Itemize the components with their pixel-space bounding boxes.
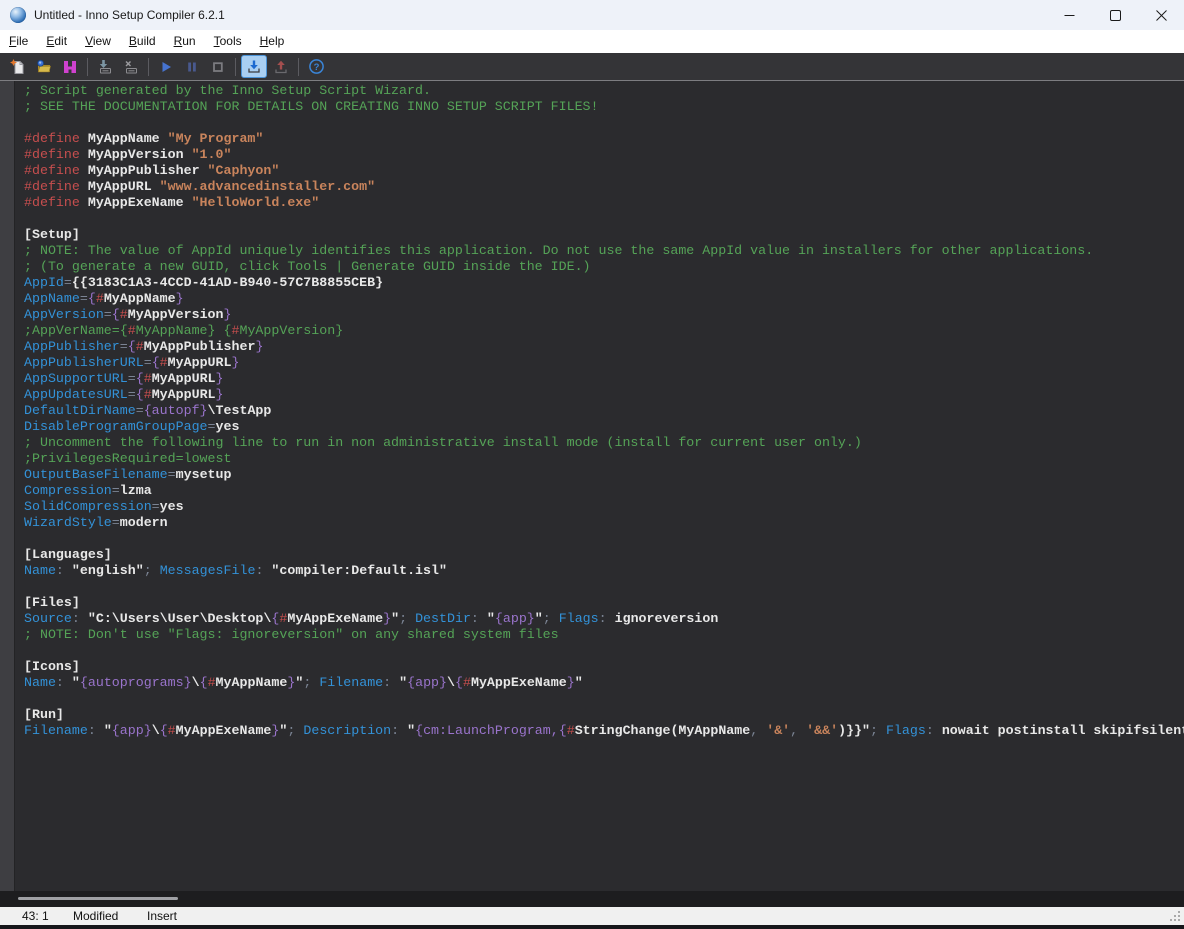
cursor-position: 43: 1 (22, 909, 49, 923)
code-line: WizardStyle=modern (24, 515, 168, 530)
code-line: Source: "C:\Users\User\Desktop\{#MyAppEx… (24, 611, 719, 626)
code-line: ; NOTE: Don't use "Flags: ignoreversion"… (24, 627, 559, 642)
code-line: #define MyAppPublisher "Caphyon" (24, 163, 280, 178)
code-line: AppPublisher={#MyAppPublisher} (24, 339, 264, 354)
stop-compile-button[interactable] (118, 55, 144, 79)
toolbar-separator (235, 57, 236, 76)
menu-bar: File Edit View Build Run Tools Help (0, 30, 1184, 53)
maximize-button[interactable] (1092, 0, 1138, 30)
target-setup-icon (248, 60, 260, 73)
menu-view[interactable]: View (76, 31, 120, 52)
code-line: [Files] (24, 595, 80, 610)
code-line: #define MyAppName "My Program" (24, 131, 264, 146)
close-icon (1155, 9, 1167, 21)
stop-compile-icon (125, 60, 137, 73)
code-line: ; (To generate a new GUID, click Tools |… (24, 259, 591, 274)
pause-button[interactable] (179, 55, 205, 79)
code-line: AppName={#MyAppName} (24, 291, 184, 306)
code-line: DisableProgramGroupPage=yes (24, 419, 240, 434)
title-bar: Untitled - Inno Setup Compiler 6.2.1 (0, 0, 1184, 30)
code-line: Name: "{autoprograms}\{#MyAppName}"; Fil… (24, 675, 583, 690)
code-line: #define MyAppVersion "1.0" (24, 147, 232, 162)
save-script-icon (64, 60, 76, 73)
horizontal-scrollbar[interactable] (0, 891, 1184, 907)
new-script-button[interactable] (5, 55, 31, 79)
minimize-icon (1064, 14, 1074, 16)
window-title: Untitled - Inno Setup Compiler 6.2.1 (34, 8, 225, 22)
toolbar-separator (87, 57, 88, 76)
code-line: #define MyAppURL "www.advancedinstaller.… (24, 179, 376, 194)
terminate-icon (213, 61, 223, 72)
code-line: SolidCompression=yes (24, 499, 184, 514)
toolbar-separator (148, 57, 149, 76)
code-line: ;AppVerName={#MyAppName} {#MyAppVersion} (24, 323, 344, 338)
save-script-button[interactable] (57, 55, 83, 79)
terminate-button[interactable] (205, 55, 231, 79)
code-line: Compression=lzma (24, 483, 152, 498)
new-script-icon (10, 58, 24, 74)
script-editor[interactable]: ; Script generated by the Inno Setup Scr… (0, 81, 1184, 891)
target-setup-button[interactable] (241, 55, 267, 78)
target-uninstall-button[interactable] (268, 55, 294, 79)
code-line: [Run] (24, 707, 64, 722)
inno-setup-app-icon (10, 7, 26, 23)
open-script-icon (37, 59, 51, 72)
menu-file[interactable]: File (0, 31, 37, 52)
code-line: ; Uncomment the following line to run in… (24, 435, 862, 450)
code-line: ; Script generated by the Inno Setup Scr… (24, 83, 431, 98)
code-line: ; NOTE: The value of AppId uniquely iden… (24, 243, 1094, 258)
menu-run[interactable]: Run (165, 31, 205, 52)
menu-build[interactable]: Build (120, 31, 165, 52)
menu-tools[interactable]: Tools (205, 31, 251, 52)
code-line: AppSupportURL={#MyAppURL} (24, 371, 224, 386)
close-button[interactable] (1138, 0, 1184, 30)
run-icon (162, 61, 171, 72)
compile-button[interactable] (92, 55, 118, 79)
code-line: OutputBaseFilename=mysetup (24, 467, 232, 482)
pause-icon (188, 62, 196, 71)
window-bottom-edge (0, 925, 1184, 929)
code-line: AppId={{3183C1A3-4CCD-41AD-B940-57C7B885… (24, 275, 384, 290)
run-button[interactable] (153, 55, 179, 79)
code-line: DefaultDirName={autopf}\TestApp (24, 403, 272, 418)
code-line: ;PrivilegesRequired=lowest (24, 451, 232, 466)
menu-help[interactable]: Help (251, 31, 294, 52)
code-line: AppVersion={#MyAppVersion} (24, 307, 232, 322)
svg-text:?: ? (313, 62, 319, 73)
toolbar: ? (0, 53, 1184, 81)
menu-edit[interactable]: Edit (37, 31, 76, 52)
open-script-button[interactable] (31, 55, 57, 79)
code-line: [Setup] (24, 227, 80, 242)
code-line: [Languages] (24, 547, 112, 562)
code-line: [Icons] (24, 659, 80, 674)
code-line: AppPublisherURL={#MyAppURL} (24, 355, 240, 370)
status-bar: 43: 1 Modified Insert (0, 907, 1184, 925)
toolbar-separator (298, 57, 299, 76)
help-icon: ? (308, 59, 324, 74)
insert-mode-indicator: Insert (147, 909, 178, 923)
code-line: Name: "english"; MessagesFile: "compiler… (24, 563, 447, 578)
resize-grip[interactable] (1178, 919, 1180, 921)
target-uninstall-icon (275, 60, 287, 73)
window-controls (1046, 0, 1184, 30)
minimize-button[interactable] (1046, 0, 1092, 30)
compile-icon (99, 59, 111, 73)
code-line: AppUpdatesURL={#MyAppURL} (24, 387, 224, 402)
modified-indicator: Modified (73, 909, 119, 923)
maximize-icon (1109, 9, 1121, 21)
code-line: ; SEE THE DOCUMENTATION FOR DETAILS ON C… (24, 99, 599, 114)
help-button[interactable]: ? (303, 55, 329, 79)
horizontal-scrollbar-thumb[interactable] (18, 897, 178, 900)
code-line: #define MyAppExeName "HelloWorld.exe" (24, 195, 320, 210)
code-line: Filename: "{app}\{#MyAppExeName}"; Descr… (24, 723, 1184, 738)
code-lines: ; Script generated by the Inno Setup Scr… (0, 83, 1184, 739)
